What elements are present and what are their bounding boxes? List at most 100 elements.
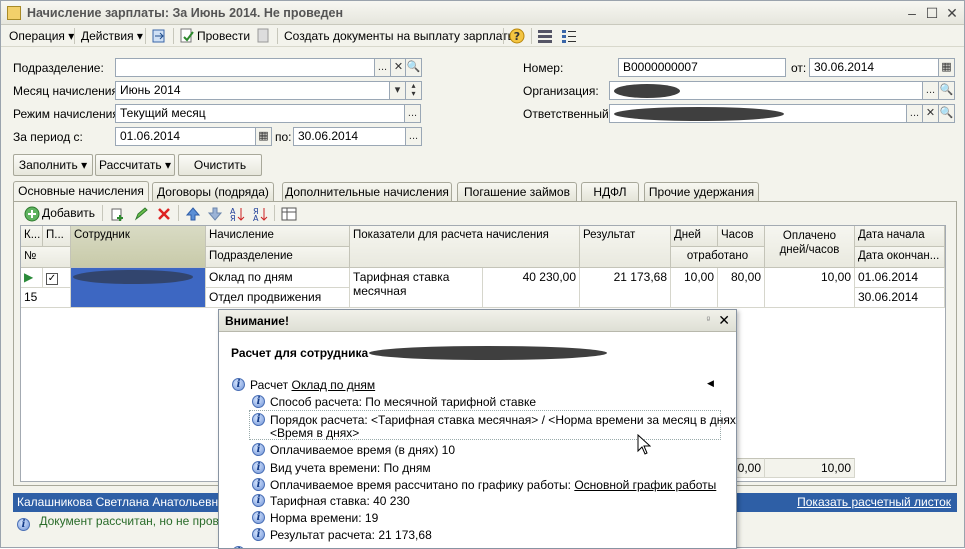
period-to-select-button[interactable]: ... — [405, 127, 422, 146]
col-worked-header[interactable]: отработано — [671, 247, 765, 268]
month-input[interactable]: Июнь 2014 — [115, 81, 390, 100]
move-down-icon[interactable] — [207, 206, 223, 222]
svg-text:А: А — [253, 214, 259, 222]
date-calendar-icon[interactable]: ▦ — [938, 58, 955, 77]
collapse-arrow-icon[interactable]: ◀ — [707, 378, 714, 389]
tab-additional-accruals[interactable]: Дополнительные начисления — [282, 182, 452, 201]
maximize-button[interactable]: ☐ — [924, 5, 940, 21]
structure-icon[interactable] — [537, 28, 553, 44]
responsible-clear-icon[interactable]: ✕ — [922, 104, 939, 123]
responsible-search-icon[interactable]: 🔍 — [938, 104, 955, 123]
subdivision-search-icon[interactable]: 🔍 — [405, 58, 422, 77]
month-stepper[interactable]: ▴ ▾ — [405, 81, 422, 100]
col-indicators-header[interactable]: Показатели для расчета начисления — [350, 226, 580, 268]
table-settings-icon[interactable] — [281, 206, 297, 222]
tab-main-accruals[interactable]: Основные начисления — [13, 181, 149, 202]
add-row-button[interactable]: Добавить — [42, 206, 95, 220]
popup-close-icon[interactable]: ✕ — [718, 312, 730, 329]
row-number: 15 — [21, 288, 71, 308]
mode-input[interactable]: Текущий месяц — [115, 104, 405, 123]
fill-button[interactable]: Заполнить ▾ — [13, 154, 93, 176]
col-employee-header[interactable]: Сотрудник — [71, 226, 206, 268]
create-payment-docs-button[interactable]: Создать документы на выплату зарплаты — [284, 29, 516, 43]
period-from-calendar-icon[interactable]: ▦ — [255, 127, 272, 146]
col-days-header[interactable]: Дней — [671, 226, 718, 247]
row-employee-cell[interactable] — [71, 268, 206, 308]
organization-select-button[interactable]: ... — [922, 81, 939, 100]
unpost-icon[interactable] — [255, 28, 271, 44]
actions-menu[interactable]: Действия ▾ — [81, 29, 143, 43]
popup-pin-icon[interactable]: ᵍ — [707, 314, 710, 324]
col-start-header[interactable]: Дата начала — [855, 226, 945, 247]
responsible-label: Ответственный: — [523, 107, 613, 121]
subdivision-label: Подразделение: — [13, 61, 104, 75]
row-checkbox[interactable]: ✓ — [43, 268, 71, 288]
row-result-cell[interactable]: 21 173,68 — [580, 268, 671, 308]
show-payslip-link[interactable]: Показать расчетный листок — [797, 495, 951, 509]
move-up-icon[interactable] — [185, 206, 201, 222]
document-move-icon[interactable] — [151, 28, 167, 44]
list-settings-icon[interactable] — [561, 28, 577, 44]
row-subdivision-cell[interactable]: Отдел продвижения — [206, 288, 350, 308]
col-end-header[interactable]: Дата окончан... — [855, 247, 945, 268]
responsible-input[interactable] — [609, 104, 923, 123]
row-indicator-value-cell[interactable]: 40 230,00 — [483, 268, 580, 308]
accrual-link[interactable]: Оклад по дням — [292, 378, 376, 392]
edit-row-icon[interactable] — [133, 206, 149, 222]
info-icon: i — [252, 511, 265, 524]
popup-heading: Расчет для сотрудника — [231, 346, 607, 360]
calc-order-line-2: <Время в днях> — [270, 426, 360, 440]
title-bar: Начисление зарплаты: За Июнь 2014. Не пр… — [1, 1, 964, 25]
col-num-header[interactable]: № — [21, 247, 71, 268]
organization-input[interactable] — [609, 81, 923, 100]
delete-row-icon[interactable] — [156, 206, 172, 222]
tab-loan-repayment[interactable]: Погашение займов — [457, 182, 577, 201]
help-icon[interactable]: ? — [509, 28, 525, 44]
minimize-button[interactable]: ‒ — [904, 5, 920, 21]
col-result-header[interactable]: Результат — [580, 226, 671, 268]
copy-row-icon[interactable] — [110, 206, 126, 222]
redacted-employee-name — [369, 346, 607, 360]
col-subdivision-header[interactable]: Подразделение — [206, 247, 350, 268]
month-dropdown-icon[interactable]: ▾ — [389, 81, 406, 100]
period-from-input[interactable]: 01.06.2014 — [115, 127, 256, 146]
mode-select-button[interactable]: ... — [404, 104, 421, 123]
row-accrual-cell[interactable]: Оклад по дням — [206, 268, 350, 288]
row-paid-cell[interactable]: 10,00 — [765, 268, 855, 308]
number-input[interactable]: В0000000007 — [618, 58, 786, 77]
tab-contracts[interactable]: Договоры (подряда) — [152, 182, 274, 201]
date-input[interactable]: 30.06.2014 — [809, 58, 939, 77]
col-k-header[interactable]: К... — [21, 226, 43, 247]
total-paid: 10,00 — [765, 458, 855, 478]
operation-menu[interactable]: Операция ▾ — [9, 29, 74, 43]
sort-asc-icon[interactable]: АЯ — [229, 206, 245, 222]
col-hours-header[interactable]: Часов — [718, 226, 765, 247]
row-start-cell[interactable]: 01.06.2014 — [855, 268, 945, 288]
col-p-header[interactable]: П... — [43, 226, 71, 247]
close-button[interactable]: ✕ — [944, 5, 960, 21]
calc-order-line: Порядок расчета: <Тарифная ставка месячн… — [270, 413, 737, 427]
calculate-button[interactable]: Рассчитать ▾ — [95, 154, 175, 176]
row-days-cell[interactable]: 10,00 — [671, 268, 718, 308]
tab-other-deductions[interactable]: Прочие удержания — [644, 182, 759, 201]
info-icon: i — [252, 478, 265, 491]
col-paid-header[interactable]: Оплачено дней/часов — [765, 226, 855, 268]
period-to-input[interactable]: 30.06.2014 — [293, 127, 406, 146]
redacted-responsible — [614, 107, 784, 121]
col-accrual-header[interactable]: Начисление — [206, 226, 350, 247]
work-schedule-link[interactable]: Основной график работы — [574, 478, 716, 492]
sort-desc-icon[interactable]: ЯА — [252, 206, 268, 222]
time-accounting-line: Вид учета времени: По дням — [270, 461, 431, 475]
row-indicator-cell[interactable]: Тарифная ставка месячная — [350, 268, 483, 308]
period-from-label: За период с: — [13, 130, 83, 144]
clear-button[interactable]: Очистить — [178, 154, 262, 176]
attention-popup: Внимание! ᵍ ✕ Расчет для сотрудника i Ра… — [218, 309, 737, 549]
organization-search-icon[interactable]: 🔍 — [938, 81, 955, 100]
post-button[interactable]: Провести — [197, 29, 250, 43]
row-end-cell[interactable]: 30.06.2014 — [855, 288, 945, 308]
subdivision-input[interactable] — [115, 58, 375, 77]
row-hours-cell[interactable]: 80,00 — [718, 268, 765, 308]
tab-ndfl[interactable]: НДФЛ — [581, 182, 639, 201]
subdivision-select-button[interactable]: ... — [374, 58, 391, 77]
responsible-select-button[interactable]: ... — [906, 104, 923, 123]
